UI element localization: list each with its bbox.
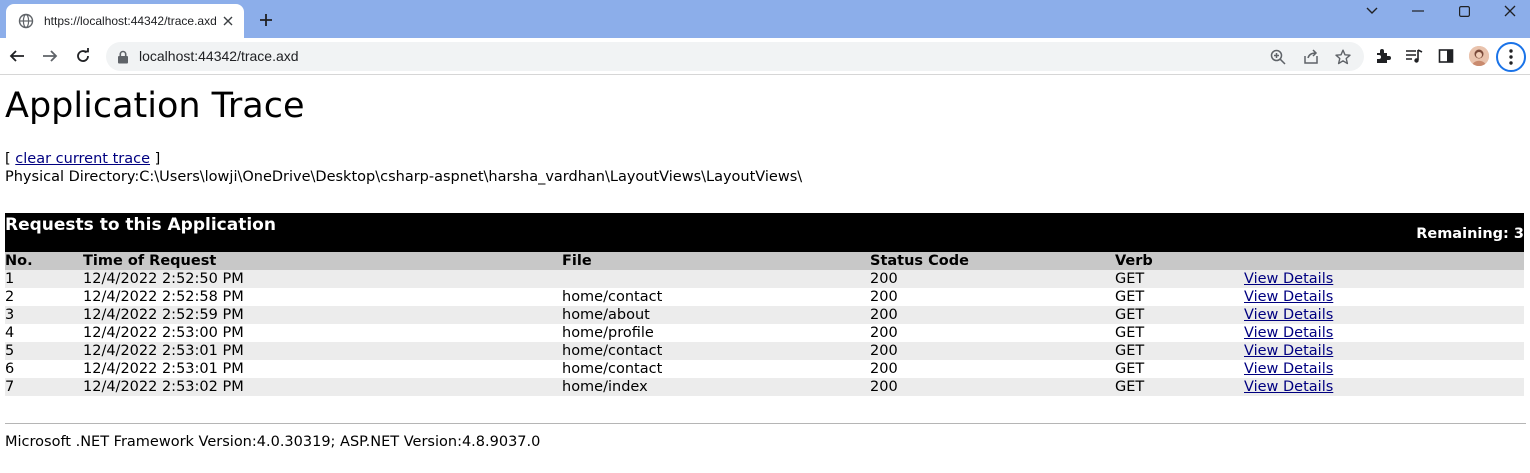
zoom-icon[interactable]: [1268, 47, 1288, 67]
row-status: 200: [870, 325, 898, 341]
row-verb: GET: [1115, 271, 1145, 287]
page-title: Application Trace: [5, 86, 305, 126]
row-number: 1: [5, 271, 15, 287]
footer-divider: [5, 423, 1526, 424]
table-row: 1 12/4/2022 2:52:50 PM 200 GET View Deta…: [5, 270, 1524, 288]
column-header: Time of Request: [83, 253, 217, 269]
clear-trace-line: [ clear current trace ]: [5, 150, 160, 168]
row-status: 200: [870, 379, 898, 395]
column-header: Status Code: [870, 253, 969, 269]
tab-strip: https://localhost:44342/trace.axd: [0, 0, 1530, 38]
tab-title: https://localhost:44342/trace.axd: [44, 14, 217, 28]
table-row: 4 12/4/2022 2:53:00 PM home/profile 200 …: [5, 324, 1524, 342]
row-number: 4: [5, 325, 15, 341]
clear-current-trace-link[interactable]: clear current trace: [15, 151, 150, 167]
row-verb: GET: [1115, 289, 1145, 305]
row-number: 2: [5, 289, 15, 305]
table-row: 5 12/4/2022 2:53:01 PM home/contact 200 …: [5, 342, 1524, 360]
view-details-link[interactable]: View Details: [1244, 360, 1333, 378]
row-file: home/contact: [562, 343, 663, 359]
row-file: home/contact: [562, 361, 663, 377]
row-status: 200: [870, 271, 898, 287]
remaining-count: Remaining: 3: [1416, 226, 1524, 242]
view-details-link[interactable]: View Details: [1244, 306, 1333, 324]
puzzle-icon[interactable]: [1372, 45, 1394, 67]
maximize-icon[interactable]: [1441, 0, 1487, 22]
plus-icon[interactable]: [256, 10, 276, 30]
column-header: Verb: [1115, 253, 1153, 269]
requests-table: No. Time of Request File Status Code Ver…: [5, 252, 1524, 396]
row-number: 3: [5, 307, 15, 323]
row-time: 12/4/2022 2:52:50 PM: [83, 271, 244, 287]
row-status: 200: [870, 343, 898, 359]
back-arrow-icon[interactable]: [5, 44, 29, 68]
row-verb: GET: [1115, 343, 1145, 359]
browser-toolbar: localhost:44342/trace.axd: [0, 38, 1530, 75]
version-footer: Microsoft .NET Framework Version:4.0.303…: [5, 434, 541, 450]
chevron-down-icon[interactable]: [1349, 0, 1395, 22]
close-window-icon[interactable]: [1487, 0, 1530, 22]
globe-icon: [18, 13, 34, 29]
row-file: home/about: [562, 307, 650, 323]
row-status: 200: [870, 361, 898, 377]
column-header: File: [562, 253, 592, 269]
kebab-menu-icon[interactable]: [1496, 42, 1526, 72]
row-number: 6: [5, 361, 15, 377]
table-row: 2 12/4/2022 2:52:58 PM home/contact 200 …: [5, 288, 1524, 306]
physical-directory-label: Physical Directory:: [5, 169, 140, 185]
row-file: home/profile: [562, 325, 654, 341]
side-panel-icon[interactable]: [1435, 45, 1457, 67]
avatar[interactable]: [1469, 46, 1489, 66]
share-icon[interactable]: [1301, 47, 1321, 67]
row-time: 12/4/2022 2:53:01 PM: [83, 361, 244, 377]
bracket-open: [: [5, 151, 11, 167]
row-time: 12/4/2022 2:53:02 PM: [83, 379, 244, 395]
row-file: home/index: [562, 379, 648, 395]
table-header-row: No. Time of Request File Status Code Ver…: [5, 252, 1524, 270]
bracket-close: ]: [154, 151, 161, 167]
row-status: 200: [870, 289, 898, 305]
physical-directory-path: C:\Users\lowji\OneDrive\Desktop\csharp-a…: [139, 169, 803, 185]
row-verb: GET: [1115, 307, 1145, 323]
row-verb: GET: [1115, 361, 1145, 377]
star-icon[interactable]: [1333, 47, 1353, 67]
row-time: 12/4/2022 2:53:00 PM: [83, 325, 244, 341]
physical-directory: Physical Directory:C:\Users\lowji\OneDri…: [5, 168, 802, 186]
row-file: home/contact: [562, 289, 663, 305]
row-number: 5: [5, 343, 15, 359]
reload-icon[interactable]: [71, 44, 95, 68]
view-details-link[interactable]: View Details: [1244, 342, 1333, 360]
column-header: No.: [5, 253, 33, 269]
row-time: 12/4/2022 2:52:59 PM: [83, 307, 244, 323]
row-status: 200: [870, 307, 898, 323]
lock-icon[interactable]: [116, 49, 130, 64]
view-details-link[interactable]: View Details: [1244, 324, 1333, 342]
url-text[interactable]: localhost:44342/trace.axd: [139, 48, 299, 64]
table-row: 6 12/4/2022 2:53:01 PM home/contact 200 …: [5, 360, 1524, 378]
table-row: 3 12/4/2022 2:52:59 PM home/about 200 GE…: [5, 306, 1524, 324]
row-verb: GET: [1115, 379, 1145, 395]
browser-tab[interactable]: https://localhost:44342/trace.axd: [6, 4, 244, 38]
table-row: 7 12/4/2022 2:53:02 PM home/index 200 GE…: [5, 378, 1524, 396]
address-bar[interactable]: localhost:44342/trace.axd: [106, 42, 1364, 71]
view-details-link[interactable]: View Details: [1244, 378, 1333, 396]
row-time: 12/4/2022 2:52:58 PM: [83, 289, 244, 305]
requests-header: Requests to this Application Remaining: …: [5, 213, 1524, 252]
view-details-link[interactable]: View Details: [1244, 270, 1333, 288]
view-details-link[interactable]: View Details: [1244, 288, 1333, 306]
requests-title: Requests to this Application: [5, 215, 276, 235]
minimize-icon[interactable]: [1395, 0, 1441, 22]
page-content: Application Trace [ clear current trace …: [0, 76, 1530, 473]
row-verb: GET: [1115, 325, 1145, 341]
close-icon[interactable]: [218, 11, 238, 31]
row-number: 7: [5, 379, 15, 395]
forward-arrow-icon[interactable]: [38, 44, 62, 68]
media-icon[interactable]: [1403, 45, 1425, 67]
row-time: 12/4/2022 2:53:01 PM: [83, 343, 244, 359]
